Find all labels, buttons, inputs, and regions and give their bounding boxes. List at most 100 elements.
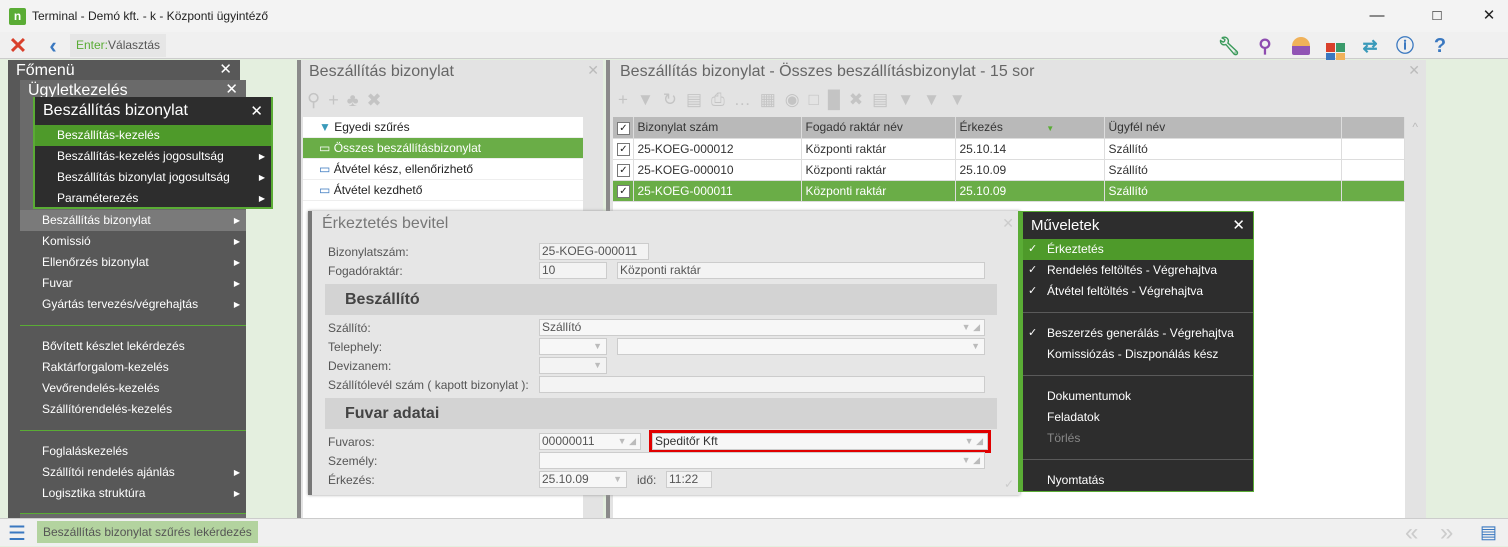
menu-item-beszallitas-kezeles[interactable]: Beszállítás-kezelés: [35, 125, 271, 146]
help-icon[interactable]: ?: [1425, 34, 1455, 58]
delivery-note-field[interactable]: [539, 376, 985, 393]
close-icon[interactable]: ✕: [225, 80, 238, 98]
window-icon[interactable]: □: [809, 90, 828, 109]
time-field[interactable]: 11:22: [666, 471, 712, 488]
prev-icon[interactable]: «: [1405, 519, 1418, 547]
modules-icon[interactable]: [1320, 34, 1350, 62]
arrival-date-select[interactable]: 25.10.09 ▼: [539, 471, 627, 488]
menu-item-ellenorzes[interactable]: Ellenőrzés bizonylat ▶: [20, 252, 246, 273]
close-window-button[interactable]: ✕: [1474, 4, 1504, 28]
close-icon[interactable]: ✕: [1002, 215, 1014, 232]
refresh-icon[interactable]: ↻: [663, 90, 686, 109]
row-checkbox[interactable]: ✓: [617, 164, 630, 177]
minimize-button[interactable]: —: [1362, 4, 1392, 28]
op-komissiozas[interactable]: Komissiózás - Diszponálás kész: [1023, 344, 1253, 365]
supplier-select[interactable]: Szállító ▼ ◢: [539, 319, 985, 336]
table-row-selected[interactable]: ✓ 25-KOEG-000011 Központi raktár 25.10.09 Sz…: [613, 180, 1405, 202]
status-text[interactable]: Beszállítás bizonylat szűrés lekérdezés: [37, 521, 258, 543]
scroll-up-icon[interactable]: ^: [1412, 120, 1418, 134]
carrier-name-select[interactable]: Speditőr Kft ▼ ◢: [652, 433, 988, 450]
maximize-button[interactable]: □: [1422, 4, 1452, 28]
op-beszerzes-generalas[interactable]: ✓ Beszerzés generálás - Végrehajtva: [1023, 323, 1253, 344]
column-header[interactable]: Fogadó raktár név: [801, 117, 956, 139]
filter-add-icon[interactable]: ▼: [897, 90, 923, 109]
close-icon[interactable]: ✕: [1232, 216, 1245, 234]
close-icon[interactable]: ✕: [3, 34, 33, 58]
filter-item[interactable]: ▼ Egyedi szűrés: [303, 117, 583, 138]
view-icon[interactable]: ◉: [785, 90, 809, 109]
unpin-icon[interactable]: ✖: [367, 90, 390, 110]
op-rendeles-feltoltes[interactable]: ✓ Rendelés feltöltés - Végrehajtva: [1023, 260, 1253, 281]
list-icon[interactable]: ▤: [1480, 522, 1497, 543]
search-icon[interactable]: ⚲: [1250, 34, 1280, 58]
print-icon[interactable]: ⎙: [711, 90, 734, 109]
select-all-checkbox[interactable]: ✓: [613, 117, 634, 139]
close-icon[interactable]: ✕: [1408, 62, 1420, 79]
close-icon[interactable]: ✕: [250, 102, 263, 120]
info-icon[interactable]: ⓘ: [1390, 34, 1420, 58]
export-icon[interactable]: ▦: [760, 90, 785, 109]
column-header[interactable]: Érkezés ▼: [955, 117, 1105, 139]
op-dokumentumok[interactable]: Dokumentumok: [1023, 386, 1253, 407]
menu-item-vevorendeles[interactable]: Vevőrendelés-kezelés: [20, 378, 246, 399]
op-atvetel-feltoltes[interactable]: ✓ Átvétel feltöltés - Végrehajtva: [1023, 281, 1253, 302]
menu-item-gyartas[interactable]: Gyártás tervezés/végrehajtás ▶: [20, 294, 246, 315]
menu-item-logisztika[interactable]: Logisztika struktúra ▶: [20, 483, 246, 504]
search-icon[interactable]: ⚲: [307, 90, 328, 110]
filter-item[interactable]: ▭ Átvétel kész, ellenőrizhető: [303, 159, 583, 180]
menu-item-foglalas[interactable]: Foglaláskezelés: [20, 441, 246, 462]
filter-clear-icon[interactable]: ▼: [923, 90, 949, 109]
filter-item[interactable]: ▭ Átvétel kezdhető: [303, 180, 583, 201]
table-row[interactable]: ✓ 25-KOEG-000012 Központi raktár 25.10.14 Sz…: [613, 138, 1405, 160]
column-header[interactable]: Bizonylat szám: [633, 117, 802, 139]
tree-icon[interactable]: ♣: [347, 90, 367, 110]
currency-select[interactable]: ▼: [539, 357, 607, 374]
toolbar: ✕ ‹ Enter:Választás 🔧︎ ⚲ ⇄ ⓘ ?: [0, 32, 1508, 62]
add-icon[interactable]: +: [328, 90, 347, 110]
menu-item-komissio[interactable]: Komissió ▶: [20, 231, 246, 252]
add-icon[interactable]: +: [618, 90, 637, 109]
filter-toolbar: ⚲+♣✖: [307, 90, 390, 111]
excel-icon[interactable]: ▤: [872, 90, 897, 109]
wrench-icon[interactable]: 🔧︎: [1214, 34, 1244, 58]
site-name-select[interactable]: ▼: [617, 338, 985, 355]
person-select[interactable]: ▼ ◢: [539, 452, 985, 469]
menu-item-beszallitas-bizonylat[interactable]: Beszállítás bizonylat ▶: [20, 210, 246, 231]
arrival-label: Érkezés:: [328, 473, 375, 487]
close-icon[interactable]: ✕: [219, 60, 232, 78]
filter-icon[interactable]: ▼: [637, 90, 663, 109]
op-feladatok[interactable]: Feladatok: [1023, 407, 1253, 428]
menu-item-kezeles-jogosultsag[interactable]: Beszállítás-kezelés jogosultság ▶: [35, 146, 271, 167]
row-checkbox[interactable]: ✓: [617, 185, 630, 198]
hamburger-menu-icon[interactable]: ☰: [8, 521, 26, 546]
menu-item-szallitoi-ajanlas[interactable]: Szállítói rendelés ajánlás ▶: [20, 462, 246, 483]
op-nyomtatas[interactable]: Nyomtatás: [1023, 470, 1253, 491]
carrier-code-select[interactable]: 00000011 ▼ ◢: [539, 433, 641, 450]
menu-item-fuvar[interactable]: Fuvar ▶: [20, 273, 246, 294]
column-header[interactable]: Ügyfél név: [1104, 117, 1342, 139]
delete-icon[interactable]: ▤: [686, 90, 711, 109]
filter-item-selected[interactable]: ▭ Összes beszállításbizonylat: [303, 138, 583, 159]
next-icon[interactable]: »: [1440, 519, 1453, 547]
menu-item-parameterezes[interactable]: Paraméterezés ▶: [35, 188, 271, 209]
chart-icon[interactable]: █: [828, 90, 849, 109]
user-icon[interactable]: [1286, 34, 1316, 58]
menu-item-szallitorendeles[interactable]: Szállítórendelés-kezelés: [20, 399, 246, 420]
menu-item-raktarforgalom[interactable]: Raktárforgalom-kezelés: [20, 357, 246, 378]
sort-icon: ▼: [1046, 124, 1055, 134]
menu-item-bovitett-keszlet[interactable]: Bővített készlet lekérdezés: [20, 336, 246, 357]
back-icon[interactable]: ‹: [38, 34, 68, 58]
currency-label: Devizanem:: [328, 359, 392, 373]
site-code-select[interactable]: ▼: [539, 338, 607, 355]
menu-item-bizonylat-jogosultsag[interactable]: Beszállítás bizonylat jogosultság ▶: [35, 167, 271, 188]
filter-grid-icon[interactable]: ▼: [949, 90, 975, 109]
unpin-icon[interactable]: ✖: [849, 90, 872, 109]
divider: [1023, 312, 1253, 313]
confirm-icon[interactable]: ✓: [1004, 477, 1014, 491]
close-icon[interactable]: ✕: [587, 62, 599, 79]
table-row[interactable]: ✓ 25-KOEG-000010 Központi raktár 25.10.09 Sz…: [613, 159, 1405, 181]
row-checkbox[interactable]: ✓: [617, 143, 630, 156]
switch-icon[interactable]: ⇄: [1355, 34, 1385, 58]
more-icon[interactable]: …: [734, 90, 760, 109]
op-erkeztetes[interactable]: ✓ Érkeztetés: [1023, 239, 1253, 260]
